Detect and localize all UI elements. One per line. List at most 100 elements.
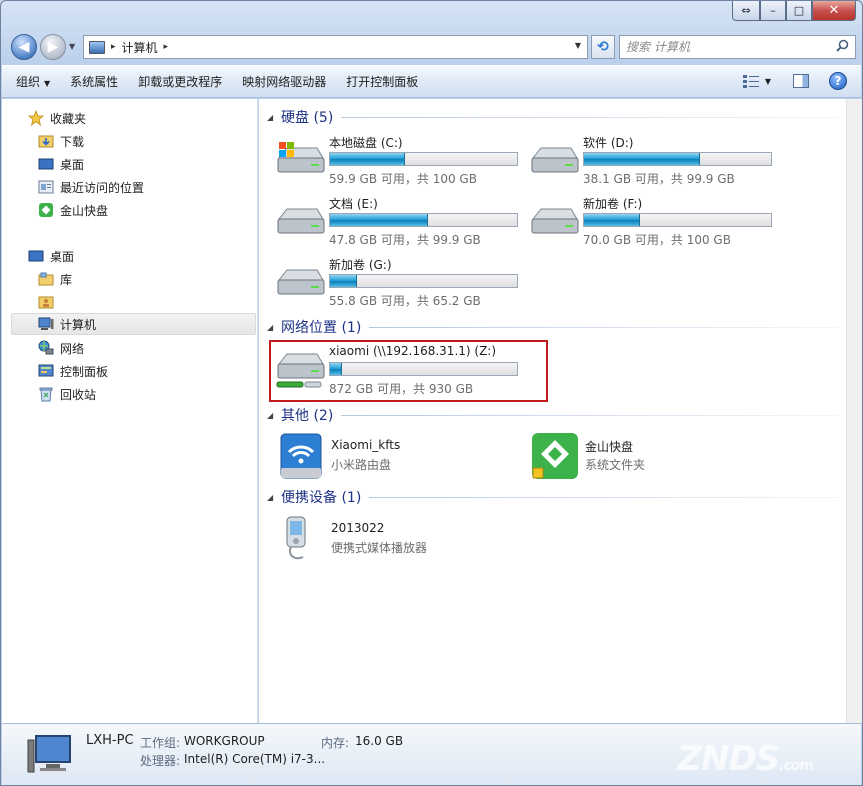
sidebar-item-label: 库 <box>60 272 73 287</box>
item-name: 2013022 <box>331 521 385 535</box>
search-icon[interactable] <box>836 39 849 52</box>
drive-item-c[interactable]: 本地磁盘 (C:) 59.9 GB 可用，共 100 GB <box>275 134 525 190</box>
item-type: 系统文件夹 <box>585 458 646 472</box>
details-pane: LXH-PC 工作组: WORKGROUP 内存: 16.0 GB 处理器: I… <box>2 723 861 785</box>
collapse-triangle-icon[interactable]: ◢ <box>267 323 281 332</box>
desktop-icon <box>38 158 54 170</box>
group-header-other[interactable]: ◢ 其他 (2) <box>267 405 842 425</box>
command-bar: 组织 ▼ 系统属性 卸载或更改程序 映射网络驱动器 打开控制面板 ▼ ? <box>2 65 861 98</box>
group-header-hard-disks[interactable]: ◢ 硬盘 (5) <box>267 107 842 127</box>
sidebar-item-desktop-favorite[interactable]: 桌面 <box>38 153 84 175</box>
sidebar-item-desktop[interactable]: 桌面 <box>28 245 74 267</box>
collapse-triangle-icon[interactable]: ◢ <box>267 113 281 122</box>
sidebar-item-user-folder[interactable] <box>38 291 60 313</box>
sidebar-item-label: 回收站 <box>60 387 97 402</box>
group-header-portable-devices[interactable]: ◢ 便携设备 (1) <box>267 487 842 507</box>
sidebar-item-label: 网络 <box>60 341 85 356</box>
sidebar-item-libraries[interactable]: 库 <box>38 268 72 290</box>
drive-space-info: 47.8 GB 可用，共 99.9 GB <box>329 233 481 247</box>
drive-item-g[interactable]: 新加卷 (G:) 55.8 GB 可用，共 65.2 GB <box>275 256 525 312</box>
drive-item-f[interactable]: 新加卷 (F:) 70.0 GB 可用，共 100 GB <box>529 195 779 251</box>
close-button[interactable]: ✕ <box>812 1 856 21</box>
item-kingsoft-disk[interactable]: 金山快盘 系统文件夹 <box>531 432 781 484</box>
sidebar-item-network[interactable]: 网络 <box>38 337 84 359</box>
sidebar-item-label: 桌面 <box>50 249 75 264</box>
item-name: 金山快盘 <box>585 440 634 454</box>
navigation-pane: 收藏夹 下载 桌面 最近访问的位置 金山快盘 桌面 库 计算机 网络 控制面板 … <box>2 99 258 723</box>
cpu-value: Intel(R) Core(TM) i7-3... <box>184 752 326 766</box>
map-network-drive-button[interactable]: 映射网络驱动器 <box>242 73 326 90</box>
drive-name: 新加卷 (G:) <box>329 258 392 272</box>
sidebar-item-control-panel[interactable]: 控制面板 <box>38 360 108 382</box>
view-options-icon[interactable] <box>742 74 759 88</box>
search-box[interactable] <box>619 35 856 59</box>
item-name: Xiaomi_kfts <box>331 438 401 452</box>
group-title: 硬盘 (5) <box>281 110 334 126</box>
hard-drive-icon <box>531 208 579 234</box>
sidebar-item-recent-places[interactable]: 最近访问的位置 <box>38 176 144 198</box>
sidebar-item-label: 下载 <box>60 134 85 149</box>
breadcrumb-computer[interactable]: 计算机 <box>122 39 158 56</box>
maximize-button[interactable]: □ <box>786 1 812 21</box>
organize-menu[interactable]: 组织 ▼ <box>16 73 50 90</box>
forward-button[interactable]: ▶ <box>40 34 66 60</box>
vertical-scrollbar[interactable] <box>846 99 862 723</box>
sidebar-item-computer[interactable]: 计算机 <box>11 313 256 335</box>
hard-drive-icon <box>531 147 579 173</box>
breadcrumb-separator-icon[interactable]: ▸ <box>164 42 169 52</box>
memory-value: 16.0 GB <box>355 734 404 748</box>
preview-pane-icon[interactable] <box>793 74 809 88</box>
drive-item-d[interactable]: 软件 (D:) 38.1 GB 可用，共 99.9 GB <box>529 134 779 190</box>
view-chevron-down-icon[interactable]: ▼ <box>765 77 771 86</box>
group-header-network-locations[interactable]: ◢ 网络位置 (1) <box>267 317 842 337</box>
drive-space-info: 59.9 GB 可用，共 100 GB <box>329 172 477 186</box>
address-bar[interactable]: ▸ 计算机 ▸ ▼ <box>83 35 588 59</box>
address-chevron-down-icon[interactable]: ▼ <box>575 41 581 50</box>
workgroup-value: WORKGROUP <box>184 734 265 748</box>
sidebar-item-recycle-bin[interactable]: 回收站 <box>38 383 96 405</box>
user-folder-icon <box>38 296 54 309</box>
star-icon <box>28 110 44 126</box>
downloads-folder-icon <box>38 135 54 148</box>
item-xiaomi-kfts[interactable]: Xiaomi_kfts 小米路由盘 <box>277 432 527 484</box>
watermark-main: ZNDS <box>677 739 780 779</box>
kingsoft-disk-icon <box>532 433 578 479</box>
group-divider <box>369 496 842 498</box>
pc-name: LXH-PC <box>86 733 134 748</box>
drive-usage-fill <box>584 214 641 226</box>
drive-usage-fill <box>330 214 428 226</box>
drive-item-e[interactable]: 文档 (E:) 47.8 GB 可用，共 99.9 GB <box>275 195 525 251</box>
restore-icon[interactable]: ⇔ <box>732 1 760 21</box>
minimize-button[interactable]: – <box>760 1 786 21</box>
back-button[interactable]: ◀ <box>11 34 37 60</box>
drive-usage-bar <box>329 274 518 288</box>
organize-label: 组织 <box>16 75 41 89</box>
group-title: 其他 (2) <box>281 408 334 424</box>
search-input[interactable] <box>620 36 820 58</box>
help-icon[interactable]: ? <box>829 72 847 90</box>
collapse-triangle-icon[interactable]: ◢ <box>267 411 281 420</box>
system-properties-button[interactable]: 系统属性 <box>70 73 118 90</box>
znds-watermark: ZNDS.com <box>677 739 814 779</box>
sidebar-item-label: 控制面板 <box>60 364 109 379</box>
portable-media-player-icon <box>286 516 306 560</box>
system-drive-icon <box>277 142 325 173</box>
open-control-panel-button[interactable]: 打开控制面板 <box>346 73 418 90</box>
control-panel-icon <box>38 364 54 377</box>
drive-usage-fill <box>584 153 700 165</box>
computer-icon <box>89 40 105 54</box>
refresh-button[interactable]: ⟲ <box>591 35 615 59</box>
drive-usage-bar <box>583 213 772 227</box>
item-portable-player[interactable]: 2013022 便携式媒体播放器 <box>277 515 527 567</box>
sidebar-item-kingsoft-disk[interactable]: 金山快盘 <box>38 199 108 221</box>
collapse-triangle-icon[interactable]: ◢ <box>267 493 281 502</box>
workgroup-label: 工作组: <box>140 736 181 750</box>
recent-pages-chevron-down-icon[interactable]: ▼ <box>69 42 75 51</box>
breadcrumb-separator-icon[interactable]: ▸ <box>111 42 116 52</box>
drive-space-info: 70.0 GB 可用，共 100 GB <box>583 233 731 247</box>
sidebar-item-downloads[interactable]: 下载 <box>38 130 84 152</box>
uninstall-program-button[interactable]: 卸载或更改程序 <box>138 73 222 90</box>
drive-name: 文档 (E:) <box>329 197 378 211</box>
sidebar-item-favorites[interactable]: 收藏夹 <box>28 107 86 129</box>
desktop-icon <box>28 250 44 262</box>
